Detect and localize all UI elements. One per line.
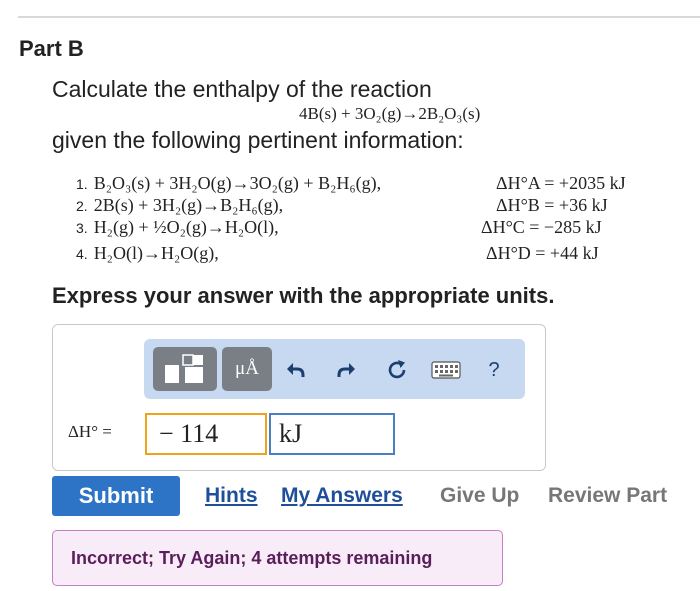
question-text-continued: given the following pertinent informatio…: [52, 127, 464, 153]
undo-button[interactable]: [281, 356, 309, 384]
step-equation-text: B₂O₃(s) + 3H₂O(g)→3O₂(g) + B₂H₆(g),: [93, 173, 382, 193]
reset-button[interactable]: [383, 356, 411, 384]
step-equation-text: H₂(g) + ½O₂(g)→H₂O(l),: [93, 217, 279, 237]
step-equation: 1. B₂O₃(s) + 3H₂O(g)→3O₂(g) + B₂H₆(g),: [76, 173, 381, 194]
step-equation: 4. H₂O(l)→H₂O(g),: [76, 243, 219, 264]
submit-button[interactable]: Submit: [52, 476, 180, 516]
step-enthalpy: ΔH°C = −285 kJ: [481, 217, 602, 237]
help-button[interactable]: ?: [483, 356, 505, 384]
reset-icon: [388, 360, 406, 379]
hints-link[interactable]: Hints: [205, 484, 258, 508]
redo-icon: [337, 363, 355, 377]
step-enthalpy: ΔH°B = +36 kJ: [496, 195, 608, 215]
give-up-link[interactable]: Give Up: [440, 484, 519, 508]
step-enthalpy: ΔH°A = +2035 kJ: [496, 173, 626, 193]
answer-unit-input[interactable]: [269, 413, 395, 455]
redo-button[interactable]: [333, 356, 361, 384]
step-equation: 3. H₂(g) + ½O₂(g)→H₂O(l),: [76, 217, 279, 238]
units-button[interactable]: μÅ: [222, 347, 272, 391]
keyboard-button[interactable]: [430, 359, 462, 381]
step-number: 2.: [76, 198, 88, 214]
target-reaction: 4B(s) + 3O₂(g)→2B₂O₃(s): [299, 104, 481, 123]
top-divider: [18, 16, 700, 18]
undo-icon: [287, 363, 305, 377]
templates-button[interactable]: [153, 347, 217, 391]
step-number: 4.: [76, 246, 88, 262]
step-equation-text: H₂O(l)→H₂O(g),: [93, 243, 219, 263]
instruction-text: Express your answer with the appropriate…: [52, 283, 555, 308]
step-equation-text: 2B(s) + 3H₂(g)→B₂H₆(g),: [93, 195, 284, 215]
step-equation: 2. 2B(s) + 3H₂(g)→B₂H₆(g),: [76, 195, 283, 216]
step-enthalpy: ΔH°D = +44 kJ: [486, 243, 599, 263]
keyboard-icon: [431, 361, 461, 379]
part-title: Part B: [19, 36, 84, 61]
review-part-link[interactable]: Review Part: [548, 484, 667, 508]
my-answers-link[interactable]: My Answers: [281, 484, 403, 508]
step-number: 1.: [76, 176, 88, 192]
templates-icon: [165, 354, 203, 383]
answer-value-input[interactable]: [145, 413, 267, 455]
step-number: 3.: [76, 220, 88, 236]
answer-label: ΔH° =: [68, 422, 112, 441]
feedback-message: Incorrect; Try Again; 4 attempts remaini…: [52, 530, 503, 586]
question-text: Calculate the enthalpy of the reaction: [52, 76, 432, 102]
